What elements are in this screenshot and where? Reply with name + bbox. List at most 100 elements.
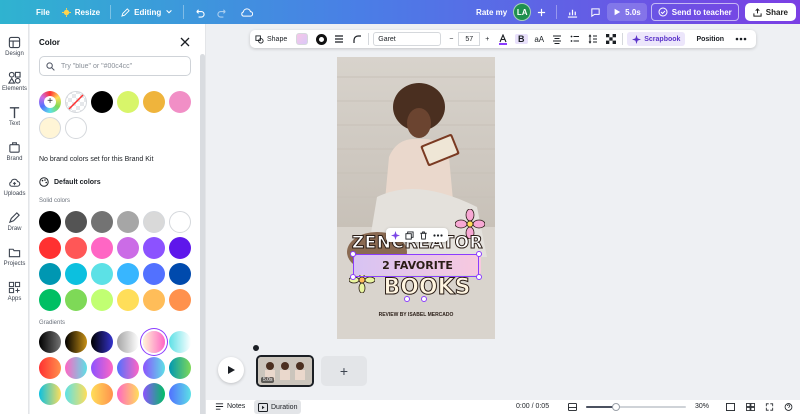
rotate-handle[interactable] (404, 296, 410, 302)
solid-color-swatch[interactable] (143, 237, 165, 259)
font-size-decrease[interactable]: − (444, 30, 458, 48)
fill-color-button[interactable] (292, 30, 312, 48)
page-thumbnail[interactable]: 5.0s (256, 355, 314, 387)
solid-color-swatch[interactable] (91, 289, 113, 311)
file-menu[interactable]: File (30, 0, 56, 24)
solid-color-swatch[interactable] (169, 289, 191, 311)
transparency-button[interactable] (602, 30, 620, 48)
cloud-save-button[interactable] (234, 0, 259, 24)
comments-button[interactable] (584, 0, 607, 24)
resize-handle[interactable] (476, 251, 482, 257)
solid-color-swatch[interactable] (117, 211, 139, 233)
text-case-button[interactable]: aA (530, 30, 548, 48)
move-handle[interactable] (421, 296, 427, 302)
present-button[interactable]: 5.0s (607, 3, 647, 21)
design-page[interactable]: ZENCREATOR 2 FAVORITE BOOKS REVIEW BY IS… (337, 57, 495, 339)
text-color-button[interactable] (494, 30, 512, 48)
solid-color-swatch[interactable] (91, 263, 113, 285)
resize-handle[interactable] (476, 274, 482, 280)
font-size-increase[interactable]: + (480, 30, 494, 48)
resize-handle[interactable] (350, 251, 356, 257)
pages-view-icon[interactable] (726, 403, 735, 411)
solid-color-swatch[interactable] (39, 211, 61, 233)
fullscreen-icon[interactable] (765, 403, 774, 411)
solid-color-swatch[interactable] (91, 211, 113, 233)
rate-my-button[interactable]: Rate my (470, 0, 513, 24)
solid-color-swatch[interactable] (39, 237, 61, 259)
rail-item-text[interactable]: Text (0, 106, 29, 127)
position-button[interactable]: Position (688, 30, 732, 48)
spacing-button[interactable] (584, 30, 602, 48)
send-to-teacher-button[interactable]: Send to teacher (650, 3, 739, 21)
zoom-slider-knob[interactable] (612, 403, 620, 411)
bold-button[interactable]: B (512, 30, 530, 48)
gradient-swatch[interactable] (169, 357, 191, 379)
gradient-swatch[interactable] (91, 357, 113, 379)
rail-item-brand[interactable]: Brand (0, 141, 29, 162)
rail-item-apps[interactable]: Apps (0, 281, 29, 302)
font-selector[interactable]: Garet (370, 30, 444, 48)
document-color-swatch[interactable] (169, 91, 191, 113)
solid-color-swatch[interactable] (169, 211, 191, 233)
avatar[interactable]: LA (513, 3, 532, 21)
rail-item-design[interactable]: Design (0, 36, 29, 57)
trash-icon[interactable] (419, 230, 428, 240)
rail-item-uploads[interactable]: Uploads (0, 176, 29, 197)
gradient-swatch[interactable] (65, 357, 87, 379)
timeline-play-button[interactable] (218, 357, 244, 383)
redo-button[interactable] (211, 0, 234, 24)
solid-color-swatch[interactable] (65, 211, 87, 233)
panel-scrollbar[interactable] (200, 54, 205, 414)
close-icon[interactable] (179, 36, 191, 48)
list-button[interactable] (566, 30, 584, 48)
gradient-swatch[interactable] (143, 331, 165, 353)
gradient-swatch[interactable] (117, 331, 139, 353)
add-collaborator-button[interactable] (531, 0, 552, 24)
resize-button[interactable]: Resize (56, 0, 106, 24)
border-style-button[interactable] (330, 30, 348, 48)
analytics-button[interactable] (561, 0, 584, 24)
grid-view-icon[interactable] (746, 403, 755, 411)
gradient-swatch[interactable] (39, 331, 61, 353)
zoom-slider[interactable] (586, 403, 686, 411)
color-search-input[interactable] (61, 62, 181, 70)
rail-item-elements[interactable]: Elements (0, 71, 29, 92)
gradient-swatch[interactable] (39, 383, 61, 405)
undo-button[interactable] (188, 0, 211, 24)
gradient-swatch[interactable] (39, 357, 61, 379)
gradient-swatch[interactable] (91, 331, 113, 353)
editing-mode-button[interactable]: Editing (115, 0, 179, 24)
duration-button[interactable]: Duration (254, 400, 302, 414)
rail-item-projects[interactable]: Projects (0, 246, 29, 267)
solid-color-swatch[interactable] (143, 211, 165, 233)
more-options-button[interactable] (732, 30, 750, 48)
gradient-swatch[interactable] (143, 383, 165, 405)
solid-color-swatch[interactable] (65, 237, 87, 259)
playhead-marker[interactable] (253, 345, 259, 351)
solid-color-swatch[interactable] (39, 263, 61, 285)
gradient-swatch[interactable] (91, 383, 113, 405)
solid-color-swatch[interactable] (91, 237, 113, 259)
solid-color-swatch[interactable] (169, 237, 191, 259)
solid-color-swatch[interactable] (143, 263, 165, 285)
solid-color-swatch[interactable] (117, 289, 139, 311)
gradient-swatch[interactable] (117, 383, 139, 405)
border-color-button[interactable] (312, 30, 330, 48)
gradient-swatch[interactable] (143, 357, 165, 379)
gradient-swatch[interactable] (169, 383, 191, 405)
solid-color-swatch[interactable] (65, 289, 87, 311)
document-color-swatch[interactable] (91, 91, 113, 113)
solid-color-swatch[interactable] (143, 289, 165, 311)
solid-color-swatch[interactable] (117, 263, 139, 285)
add-color-button[interactable]: + (39, 91, 61, 113)
document-color-swatch[interactable] (117, 91, 139, 113)
share-button[interactable]: Share (744, 3, 796, 21)
add-page-button[interactable]: + (321, 356, 367, 386)
document-color-swatch[interactable] (65, 117, 87, 139)
duplicate-icon[interactable] (405, 230, 414, 240)
notes-button[interactable]: Notes (215, 402, 245, 411)
more-icon[interactable] (433, 233, 443, 237)
title-books[interactable]: BOOKS (367, 275, 487, 301)
corner-rounding-button[interactable] (348, 30, 366, 48)
document-color-swatch[interactable] (143, 91, 165, 113)
